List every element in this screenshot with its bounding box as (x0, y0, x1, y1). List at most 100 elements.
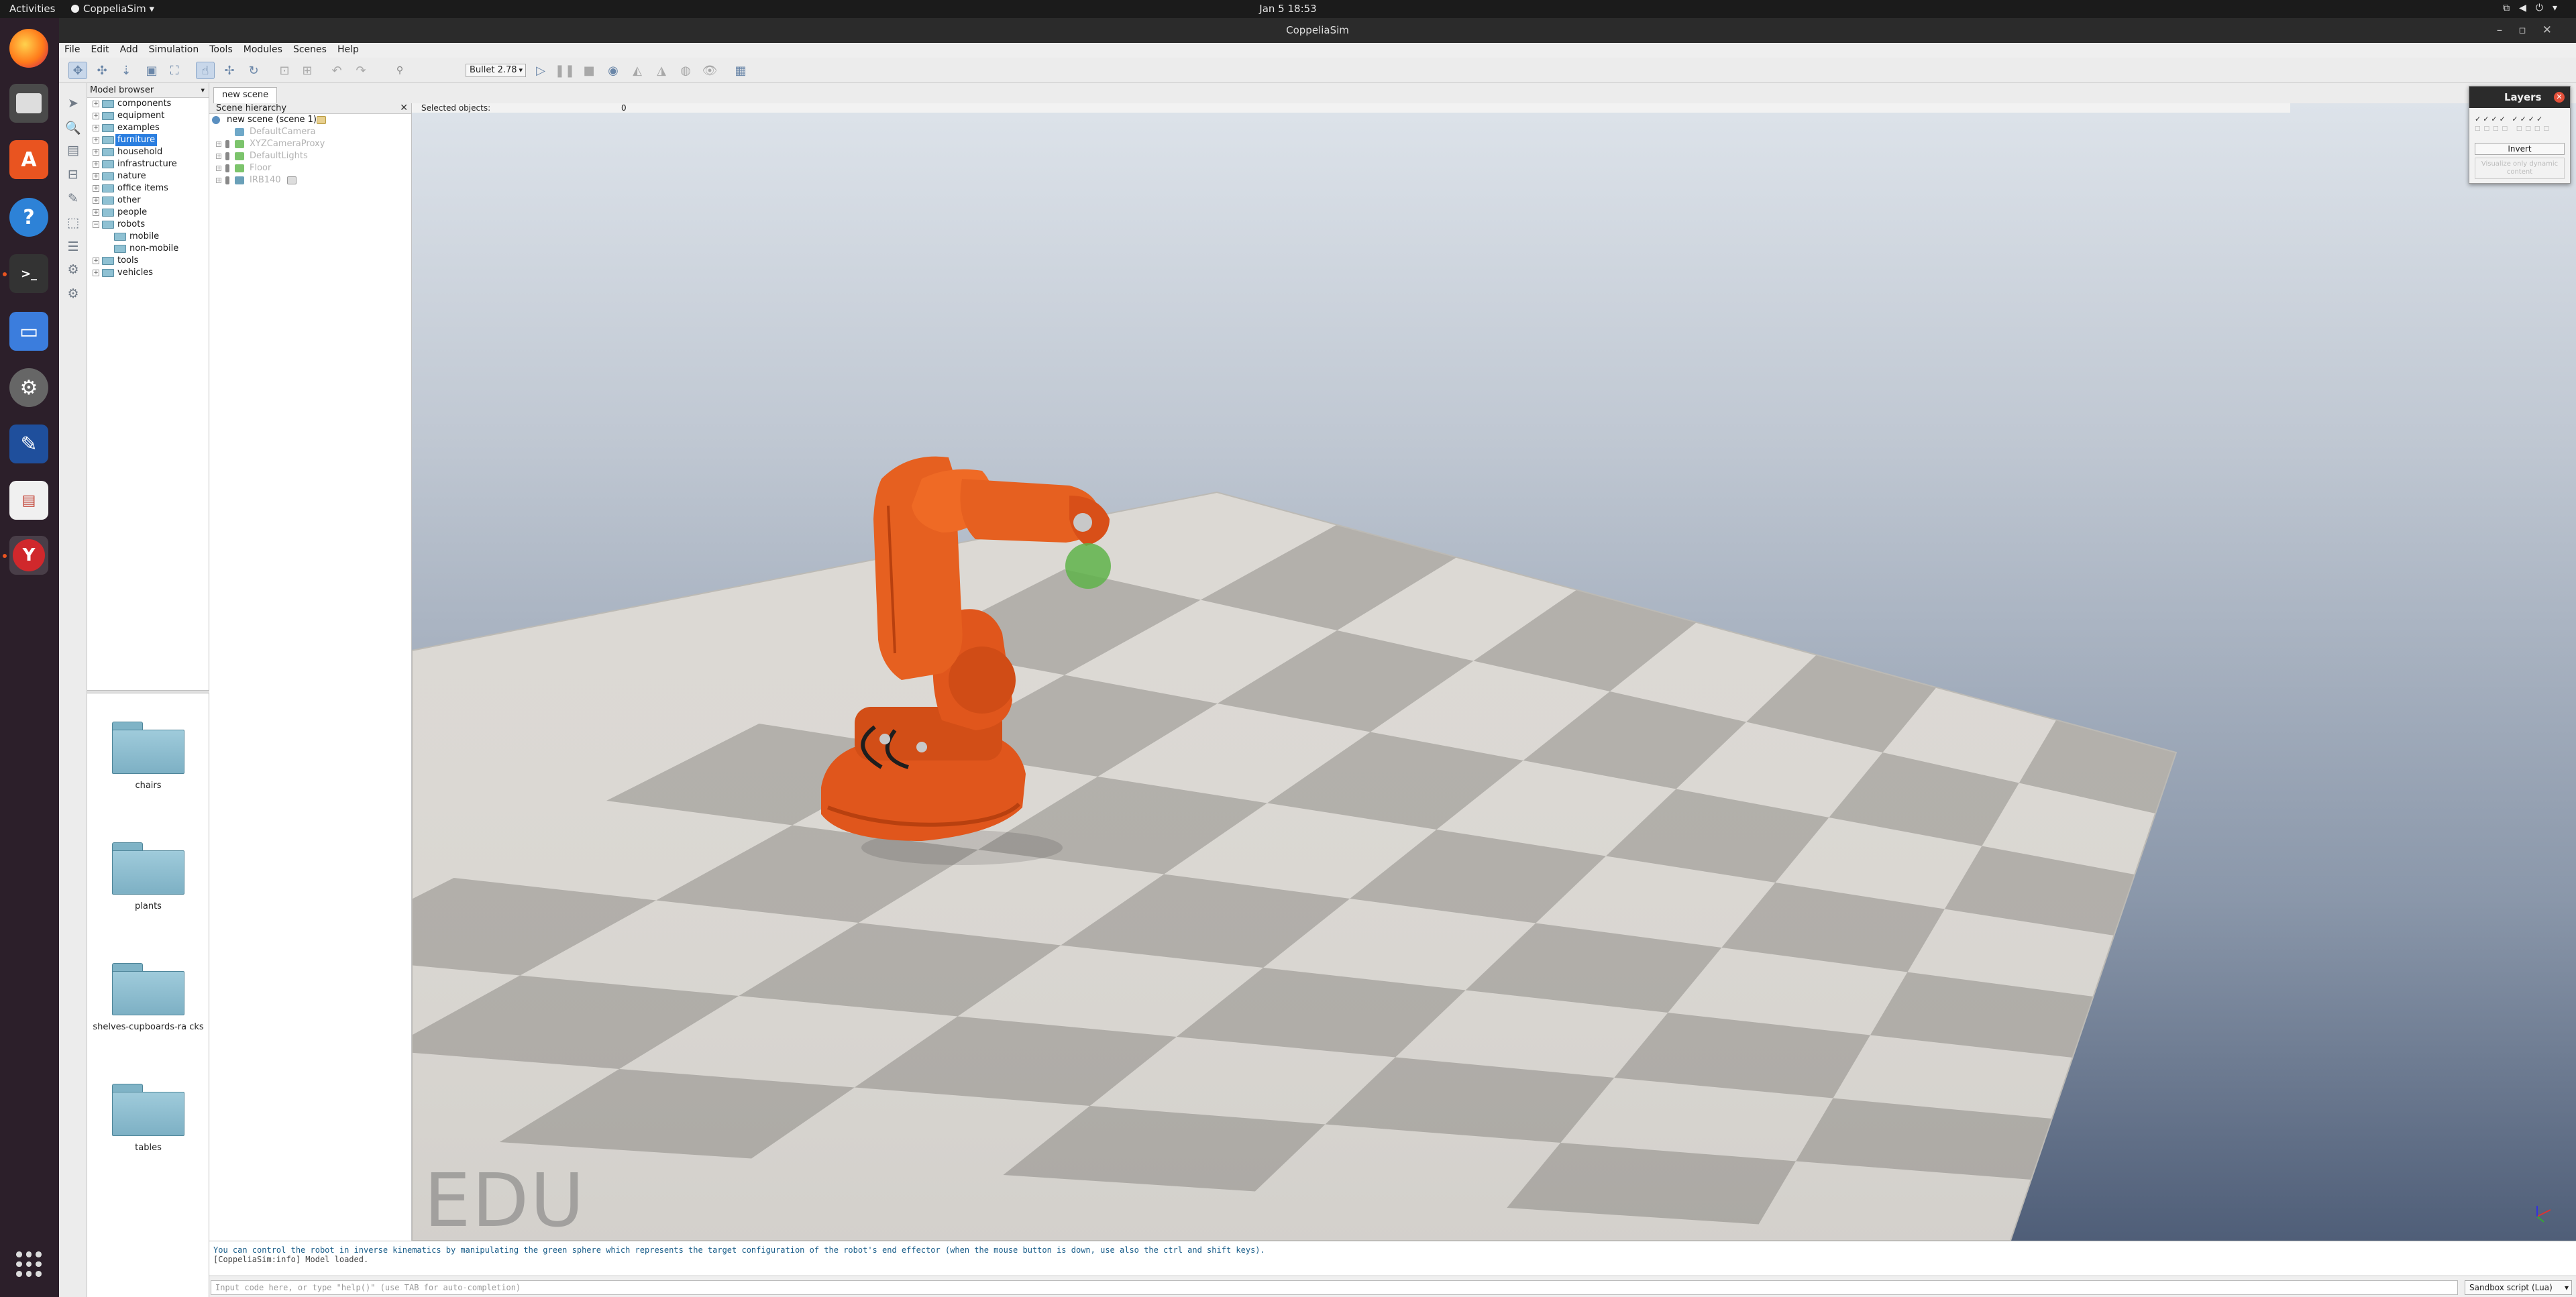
script-icon[interactable] (287, 176, 297, 184)
visibility-icon[interactable] (225, 140, 229, 148)
collections-icon[interactable]: ⊟ (64, 165, 83, 184)
expand-icon[interactable]: + (93, 258, 99, 264)
expand-icon[interactable]: + (93, 161, 99, 168)
expand-icon[interactable]: + (93, 173, 99, 180)
model-tree-item[interactable]: + infrastructure (87, 158, 209, 170)
start-simulation-icon[interactable]: ▷ (531, 62, 550, 79)
calculation-modules-icon[interactable]: ▤ (64, 141, 83, 160)
expand-icon[interactable]: + (216, 154, 221, 159)
visibility-icon[interactable] (225, 164, 229, 172)
model-tree-item[interactable]: +mobile (87, 231, 209, 243)
expand-icon[interactable]: + (93, 185, 99, 192)
physics-engine-select[interactable]: Bullet 2.78 (466, 64, 526, 77)
expand-icon[interactable]: + (93, 113, 99, 119)
help-icon[interactable]: ? (9, 198, 48, 237)
transfer-dna-icon[interactable]: ⊞ (298, 62, 317, 79)
model-browser-toggle-icon[interactable]: ⚙ (64, 260, 83, 279)
expand-icon[interactable]: + (216, 166, 221, 171)
layer-checkboxes[interactable]: ✓✓✓✓ ✓✓✓✓ (2475, 115, 2544, 123)
page-selector-icon[interactable]: ▦ (731, 62, 750, 79)
close-icon[interactable]: ✕ (2554, 92, 2565, 103)
clock[interactable]: Jan 5 18:53 (0, 3, 2576, 15)
script-select[interactable]: Sandbox script (Lua) (2465, 1280, 2572, 1295)
scene-object-row[interactable]: DefaultCamera (209, 126, 411, 138)
scene-hierarchy-toggle-icon[interactable]: ⚙ (64, 284, 83, 303)
real-time-icon[interactable]: ◉ (604, 62, 623, 79)
menu-scenes[interactable]: Scenes (288, 43, 332, 56)
redo-icon[interactable]: ↷ (352, 62, 370, 79)
software-center-icon[interactable]: A (9, 140, 48, 179)
model-tree-item[interactable]: + people (87, 207, 209, 219)
expand-icon[interactable]: + (216, 142, 221, 147)
camera-angle-icon[interactable]: ▣ (142, 62, 161, 79)
camera-shift-icon[interactable]: ⇣ (117, 62, 136, 79)
screenshot-icon[interactable]: ▭ (9, 312, 48, 351)
document-viewer-icon[interactable]: ▤ (9, 481, 48, 520)
window-controls[interactable]: –▫✕ (2497, 18, 2568, 43)
visibility-icon[interactable] (225, 152, 229, 160)
model-tree-item[interactable]: + components (87, 98, 209, 110)
model-tree-item[interactable]: +non-mobile (87, 243, 209, 255)
scripts-icon[interactable]: ✎ (64, 189, 83, 208)
toggle-visualization-icon[interactable]: 👁 (700, 62, 719, 79)
coppeliasim-icon[interactable]: Y (9, 536, 48, 575)
fit-to-view-icon[interactable]: ⛶ (165, 62, 184, 79)
slower-icon[interactable]: ◭ (628, 62, 647, 79)
model-tree-item[interactable]: + tools (87, 255, 209, 267)
model-tree-item[interactable]: + equipment (87, 110, 209, 122)
3d-viewport[interactable]: Selected objects: 0 EDU (412, 103, 2576, 1241)
menu-modules[interactable]: Modules (238, 43, 288, 56)
model-tree-item[interactable]: + examples (87, 122, 209, 134)
expand-icon[interactable]: + (93, 101, 99, 107)
model-tree-item[interactable]: + nature (87, 170, 209, 182)
faster-icon[interactable]: ◮ (652, 62, 671, 79)
assemble-icon[interactable]: ⊡ (275, 62, 294, 79)
model-tree-item[interactable]: + furniture (87, 134, 209, 146)
expand-icon[interactable]: + (216, 178, 221, 183)
threaded-rendering-icon[interactable]: ◍ (676, 62, 695, 79)
firefox-icon[interactable] (9, 29, 48, 68)
code-input[interactable]: Input code here, or type "help()" (use T… (211, 1280, 2458, 1295)
scene-root-row[interactable]: new scene (scene 1) (209, 114, 411, 126)
model-thumbnail[interactable]: chairs (87, 722, 209, 791)
dynamics-icon[interactable]: ⚲ (390, 62, 409, 79)
shapes-edit-icon[interactable]: ⬚ (64, 213, 83, 232)
visibility-icon[interactable] (225, 176, 229, 184)
model-thumbnail[interactable]: plants (87, 842, 209, 911)
menu-simulation[interactable]: Simulation (144, 43, 205, 56)
model-tree-item[interactable]: + other (87, 194, 209, 207)
menu-help[interactable]: Help (332, 43, 364, 56)
expand-icon[interactable]: + (93, 209, 99, 216)
model-tree-item[interactable]: + household (87, 146, 209, 158)
menu-edit[interactable]: Edit (85, 43, 114, 56)
object-rotate-icon[interactable]: ↻ (244, 62, 263, 79)
model-tree-item[interactable]: + vehicles (87, 267, 209, 279)
text-editor-icon[interactable]: ✎ (9, 425, 48, 463)
settings-icon[interactable]: ⚙ (9, 368, 48, 407)
object-shift-icon[interactable]: ✢ (220, 62, 239, 79)
ik-target-sphere[interactable] (1065, 543, 1111, 589)
model-thumbnail[interactable]: shelves-cupboards-ra cks (87, 963, 209, 1032)
undo-icon[interactable]: ↶ (327, 62, 346, 79)
scene-object-row[interactable]: + Floor (209, 162, 411, 174)
menu-file[interactable]: File (59, 43, 85, 56)
expand-icon[interactable]: + (93, 125, 99, 131)
object-properties-icon[interactable]: 🔍 (64, 118, 83, 137)
model-browser-header[interactable]: Model browser (87, 83, 209, 98)
stop-simulation-icon[interactable]: ■ (580, 62, 598, 79)
terminal-icon[interactable]: >_ (9, 254, 48, 293)
expand-icon[interactable]: + (93, 197, 99, 204)
close-icon[interactable]: ✕ (400, 103, 408, 113)
model-tree-item[interactable]: + office items (87, 182, 209, 194)
expand-icon[interactable]: + (93, 137, 99, 144)
model-thumbnail[interactable]: tables (87, 1084, 209, 1153)
scene-object-row[interactable]: + IRB140 (209, 174, 411, 186)
visualize-dynamic-button[interactable]: Visualize only dynamic content (2475, 158, 2565, 179)
scene-object-row[interactable]: + XYZCameraProxy (209, 138, 411, 150)
camera-pan-icon[interactable]: ✥ (68, 62, 87, 79)
files-icon[interactable] (9, 84, 48, 123)
scene-object-row[interactable]: + DefaultLights (209, 150, 411, 162)
expand-icon[interactable]: + (93, 149, 99, 156)
layer-checkboxes-hidden[interactable]: □□□□ □□□□ (2475, 125, 2553, 132)
show-apps-icon[interactable] (16, 1251, 42, 1277)
